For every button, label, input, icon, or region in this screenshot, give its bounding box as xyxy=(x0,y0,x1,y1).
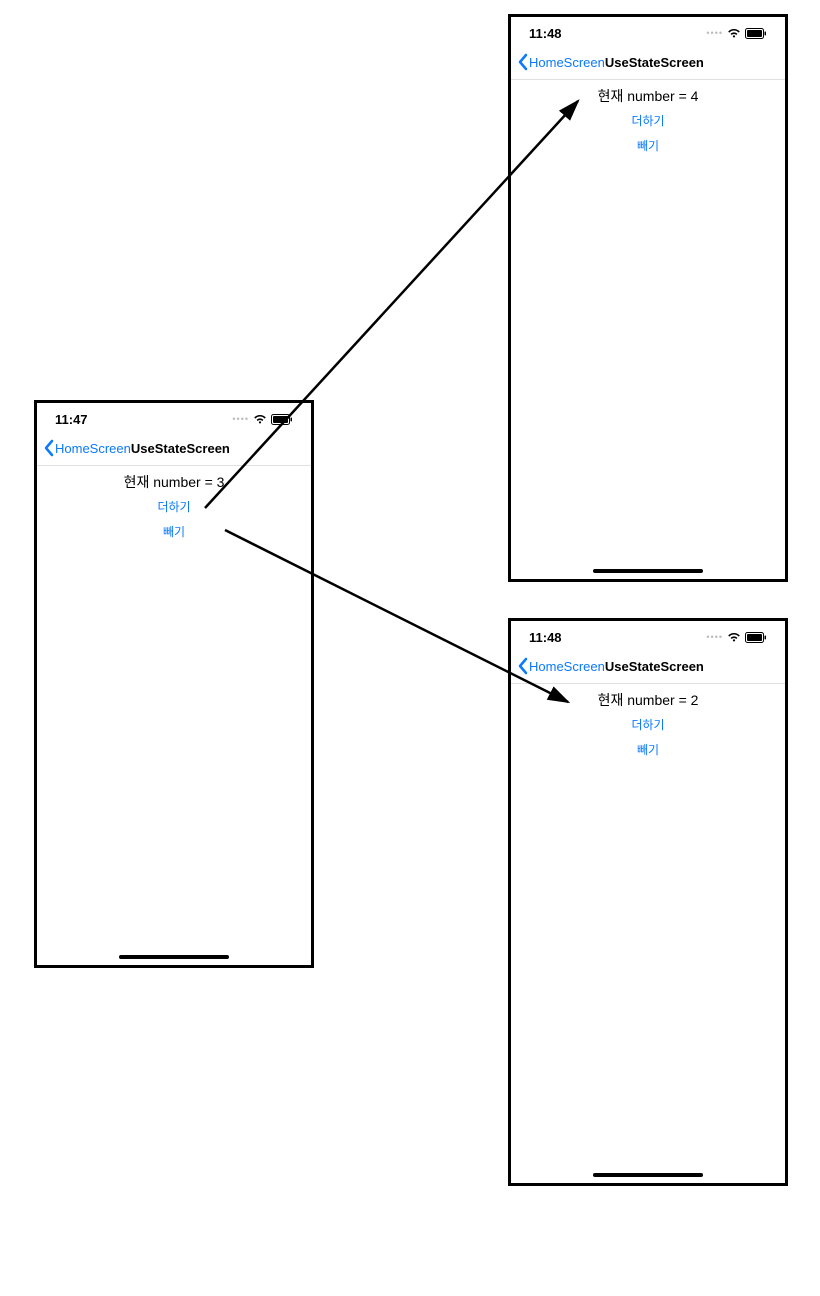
status-time: 11:48 xyxy=(529,630,562,645)
wifi-icon xyxy=(253,414,267,424)
cellular-dots-icon: •••• xyxy=(232,414,249,424)
nav-title: UseStateScreen xyxy=(605,55,704,70)
status-indicators: •••• xyxy=(706,28,767,39)
status-bar: 11:48 •••• xyxy=(511,621,785,649)
cellular-dots-icon: •••• xyxy=(706,28,723,38)
number-display: 현재 number = 2 xyxy=(511,690,785,710)
nav-back-label[interactable]: HomeScreen xyxy=(529,659,605,674)
add-button[interactable]: 더하기 xyxy=(37,498,311,515)
cellular-dots-icon: •••• xyxy=(706,632,723,642)
phone-top-right: 11:48 •••• HomeScreen UseStateScreen 현재 … xyxy=(508,14,788,582)
status-indicators: •••• xyxy=(706,632,767,643)
screen-content: 현재 number = 2 더하기 빼기 xyxy=(511,684,785,758)
wifi-icon xyxy=(727,28,741,38)
status-time: 11:48 xyxy=(529,26,562,41)
status-indicators: •••• xyxy=(232,414,293,425)
home-indicator[interactable] xyxy=(593,569,703,573)
nav-bar: HomeScreen UseStateScreen xyxy=(511,45,785,80)
back-chevron-icon[interactable] xyxy=(517,657,529,675)
add-button[interactable]: 더하기 xyxy=(511,716,785,733)
back-chevron-icon[interactable] xyxy=(43,439,55,457)
screen-content: 현재 number = 4 더하기 빼기 xyxy=(511,80,785,154)
home-indicator[interactable] xyxy=(119,955,229,959)
number-display: 현재 number = 3 xyxy=(37,472,311,492)
phone-bottom-right: 11:48 •••• HomeScreen UseStateScreen 현재 … xyxy=(508,618,788,1186)
battery-icon xyxy=(271,414,293,425)
nav-title: UseStateScreen xyxy=(605,659,704,674)
subtract-button[interactable]: 빼기 xyxy=(511,137,785,154)
status-bar: 11:48 •••• xyxy=(511,17,785,45)
nav-back-label[interactable]: HomeScreen xyxy=(529,55,605,70)
subtract-button[interactable]: 빼기 xyxy=(511,741,785,758)
nav-bar: HomeScreen UseStateScreen xyxy=(37,431,311,466)
nav-bar: HomeScreen UseStateScreen xyxy=(511,649,785,684)
nav-back-label[interactable]: HomeScreen xyxy=(55,441,131,456)
wifi-icon xyxy=(727,632,741,642)
status-time: 11:47 xyxy=(55,412,88,427)
screen-content: 현재 number = 3 더하기 빼기 xyxy=(37,466,311,540)
home-indicator[interactable] xyxy=(593,1173,703,1177)
add-button[interactable]: 더하기 xyxy=(511,112,785,129)
back-chevron-icon[interactable] xyxy=(517,53,529,71)
status-bar: 11:47 •••• xyxy=(37,403,311,431)
battery-icon xyxy=(745,632,767,643)
battery-icon xyxy=(745,28,767,39)
number-display: 현재 number = 4 xyxy=(511,86,785,106)
nav-title: UseStateScreen xyxy=(131,441,230,456)
subtract-button[interactable]: 빼기 xyxy=(37,523,311,540)
phone-left: 11:47 •••• HomeScreen UseStateScreen 현재 … xyxy=(34,400,314,968)
